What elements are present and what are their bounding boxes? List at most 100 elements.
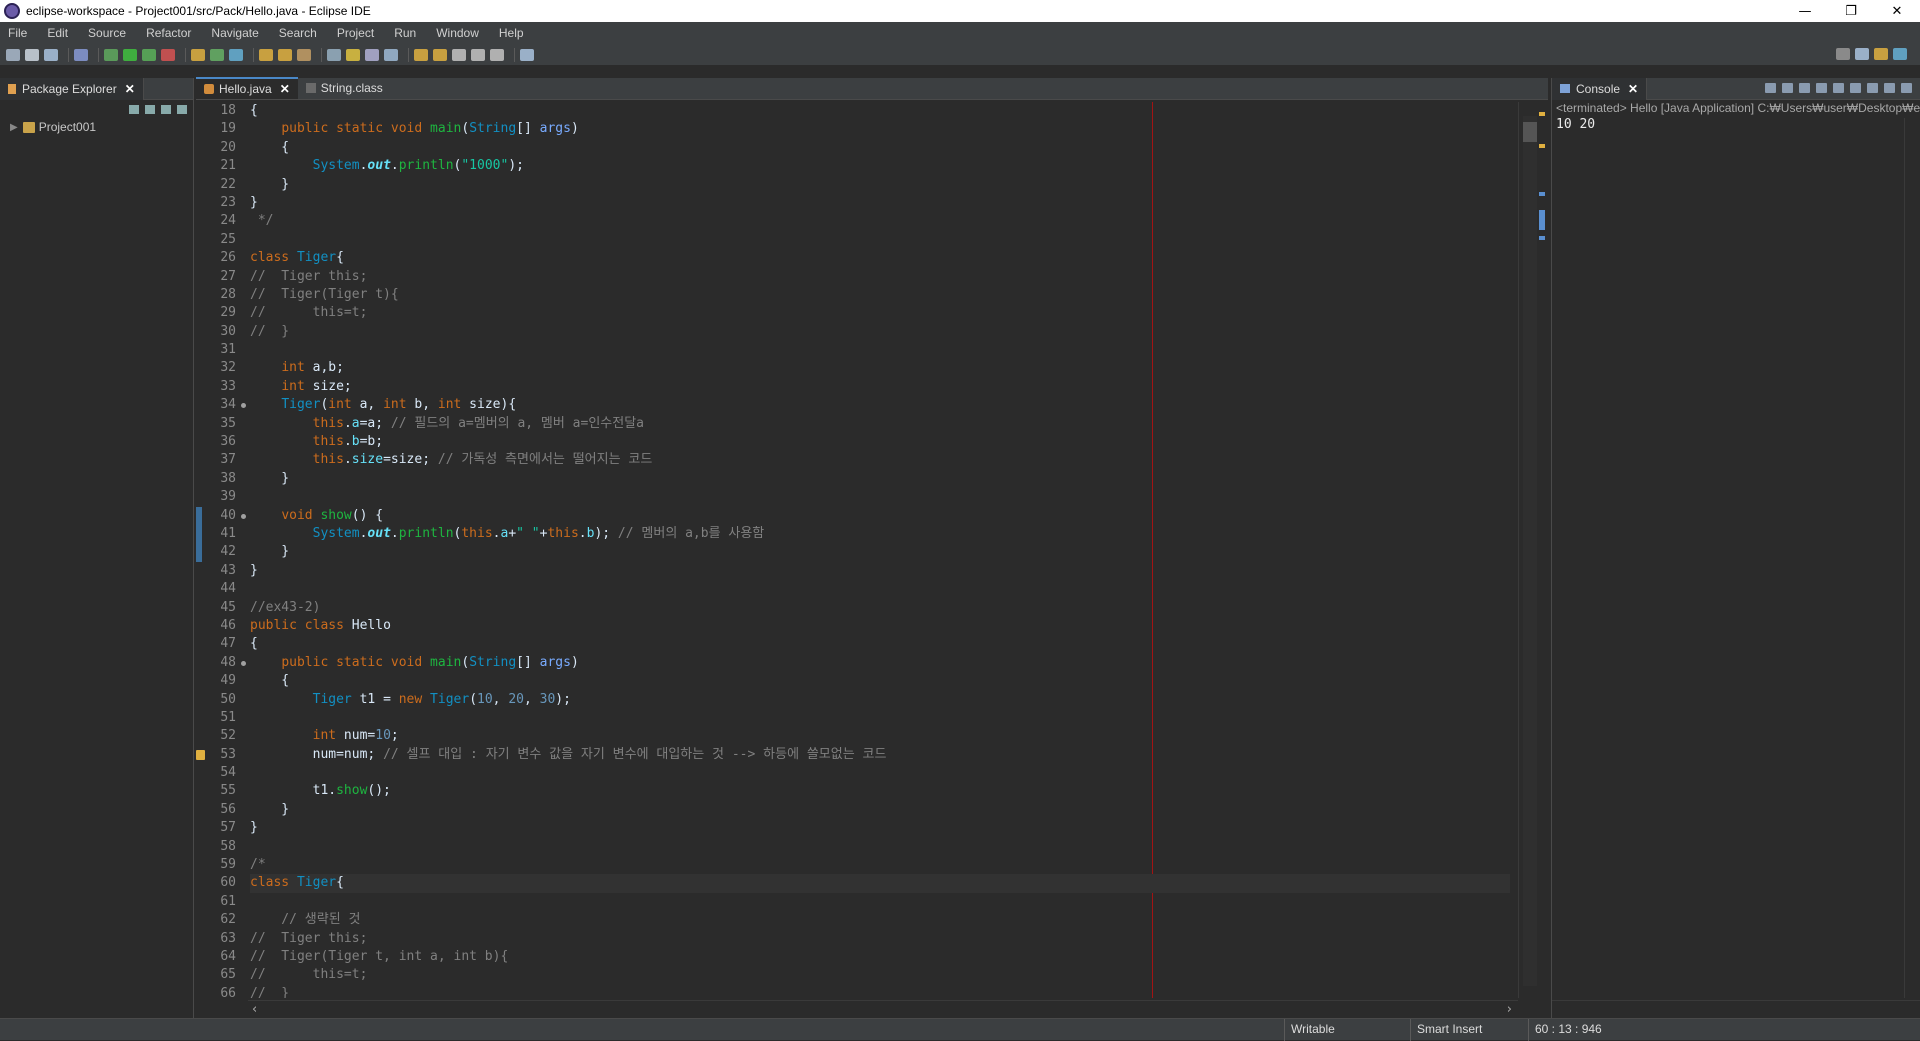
code-line[interactable]: Tiger t1 = new Tiger(10, 20, 30); [250, 691, 1510, 709]
line-number[interactable]: 26 [196, 249, 248, 267]
code-line[interactable]: } [250, 194, 1510, 212]
last-edit-icon[interactable] [452, 48, 466, 61]
menu-file[interactable]: File [8, 26, 27, 40]
code-line[interactable]: // Tiger(Tiger t){ [250, 286, 1510, 304]
code-line[interactable]: this.a=a; // 필드의 a=멤버의 a, 멤버 a=인수전달a [250, 415, 1510, 433]
line-number[interactable]: 65 [196, 966, 248, 984]
previous-annotation-icon[interactable] [433, 48, 447, 61]
line-number[interactable]: 40 [196, 506, 248, 525]
open-console-icon[interactable] [1901, 83, 1912, 93]
line-number[interactable]: 23 [196, 194, 248, 212]
code-line[interactable]: public class Hello [250, 617, 1510, 635]
code-line[interactable]: } [250, 176, 1510, 194]
status-insert-mode[interactable]: Smart Insert [1410, 1019, 1528, 1041]
line-number[interactable]: 60 [196, 874, 248, 892]
terminate-icon[interactable] [1765, 83, 1776, 93]
new-class-icon[interactable] [229, 48, 243, 61]
forward-icon[interactable] [490, 48, 504, 61]
terminal-icon[interactable] [74, 48, 88, 61]
code-line[interactable]: } [250, 543, 1510, 561]
restore-icon[interactable]: ❐ [1828, 0, 1874, 22]
line-number[interactable]: 51 [196, 709, 248, 727]
line-number[interactable]: 28 [196, 286, 248, 304]
fold-marker-icon[interactable] [241, 403, 246, 409]
toggle-mark-occurrences-icon[interactable] [327, 48, 341, 61]
scroll-left-icon[interactable]: ‹ [252, 1002, 257, 1017]
code-line[interactable]: int num=10; [250, 727, 1510, 745]
new-java-project-icon[interactable] [191, 48, 205, 61]
tree-item-project[interactable]: ▶ Project001 [0, 118, 193, 136]
java-perspective-icon[interactable] [1874, 48, 1888, 60]
code-line[interactable]: int size; [250, 378, 1510, 396]
tab-hello-java[interactable]: Hello.java ✕ [196, 77, 298, 99]
overview-occurrence-marker[interactable] [1539, 192, 1545, 196]
line-number[interactable]: 24 [196, 212, 248, 230]
code-line[interactable]: // Tiger(Tiger t, int a, int b){ [250, 948, 1510, 966]
code-line[interactable] [250, 231, 1510, 249]
code-editor[interactable]: 18 19 20 21 22 23 24 25 26 27 28 29 30 31 32 33 34 35 36 37… [196, 102, 1518, 998]
save-all-icon[interactable] [44, 48, 58, 61]
line-number[interactable]: 50 [196, 691, 248, 709]
remove-all-icon[interactable] [1799, 83, 1810, 93]
line-number[interactable]: 38 [196, 470, 248, 488]
menu-search[interactable]: Search [279, 26, 317, 40]
display-selected-console-icon[interactable] [1884, 83, 1895, 93]
line-number[interactable]: 41 [196, 524, 248, 544]
overview-occurrence-marker[interactable] [1539, 236, 1545, 240]
tab-console[interactable]: Console ✕ [1552, 77, 1648, 100]
link-with-editor-icon[interactable] [145, 104, 155, 114]
line-number[interactable]: 56 [196, 801, 248, 819]
tab-string-class[interactable]: String.class [298, 77, 391, 99]
overview-occurrence-marker[interactable] [1539, 210, 1545, 230]
line-number[interactable]: 43 [196, 562, 248, 580]
scroll-thumb[interactable] [1523, 122, 1537, 142]
line-number[interactable]: 30 [196, 323, 248, 341]
overview-warning-marker[interactable] [1539, 112, 1545, 116]
line-number[interactable]: 42 [196, 543, 248, 562]
line-number[interactable]: 66 [196, 985, 248, 998]
code-line[interactable]: { [250, 139, 1510, 157]
line-number[interactable]: 33 [196, 378, 248, 396]
code-line[interactable]: } [250, 819, 1510, 837]
line-number[interactable]: 63 [196, 930, 248, 948]
pin-console-icon[interactable] [1867, 83, 1878, 93]
save-icon[interactable] [25, 48, 39, 61]
line-number[interactable]: 47 [196, 635, 248, 653]
fold-marker-icon[interactable] [241, 660, 246, 666]
code-line[interactable]: // this=t; [250, 966, 1510, 984]
debug-perspective-icon[interactable] [1893, 48, 1907, 60]
overview-warning-marker[interactable] [1539, 144, 1545, 148]
toggle-block-selection-icon[interactable] [365, 48, 379, 61]
code-line[interactable]: // this=t; [250, 304, 1510, 322]
code-line[interactable]: public static void main(String[] args) [250, 654, 1510, 672]
code-line[interactable] [250, 580, 1510, 598]
code-line[interactable]: Tiger(int a, int b, int size){ [250, 396, 1510, 414]
code-line[interactable] [250, 764, 1510, 782]
chevron-right-icon[interactable]: ▶ [10, 122, 18, 133]
code-line[interactable]: public static void main(String[] args) [250, 120, 1510, 138]
menu-refactor[interactable]: Refactor [146, 26, 191, 40]
line-number[interactable]: 55 [196, 782, 248, 800]
console-vertical-scrollbar[interactable] [1904, 118, 1920, 998]
code-line[interactable]: System.out.println("1000"); [250, 157, 1510, 175]
next-annotation-icon[interactable] [414, 48, 428, 61]
debug-icon[interactable] [104, 48, 118, 61]
line-number[interactable]: 35 [196, 415, 248, 433]
close-icon[interactable]: ✕ [125, 82, 135, 96]
line-number[interactable]: 45 [196, 599, 248, 617]
code-line[interactable] [250, 838, 1510, 856]
back-icon[interactable] [471, 48, 485, 61]
close-icon[interactable]: ✕ [1628, 82, 1638, 96]
menu-help[interactable]: Help [499, 26, 524, 40]
code-line[interactable]: int a,b; [250, 359, 1510, 377]
code-line[interactable]: */ [250, 212, 1510, 230]
line-number[interactable]: 22 [196, 176, 248, 194]
search-tool-icon[interactable] [297, 48, 311, 61]
line-number[interactable]: 59 [196, 856, 248, 874]
code-line[interactable] [250, 893, 1510, 911]
tab-package-explorer[interactable]: Package Explorer ✕ [0, 77, 144, 100]
line-number-gutter[interactable]: 18 19 20 21 22 23 24 25 26 27 28 29 30 31 32 33 34 35 36 37… [196, 102, 248, 998]
line-number[interactable]: 57 [196, 819, 248, 837]
coverage-icon[interactable] [142, 48, 156, 61]
line-number[interactable]: 64 [196, 948, 248, 966]
